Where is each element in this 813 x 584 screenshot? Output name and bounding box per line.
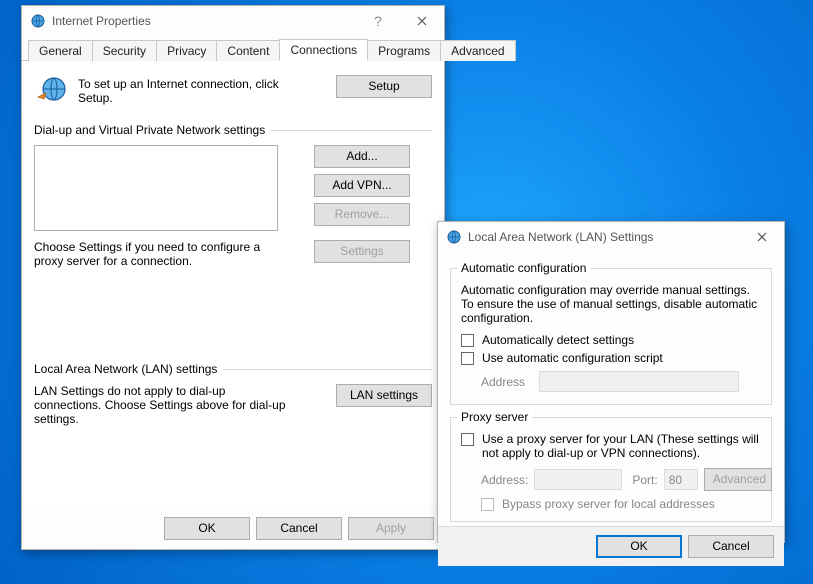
lan-settings-button[interactable]: LAN settings bbox=[336, 384, 432, 407]
titlebar[interactable]: Internet Properties ? bbox=[22, 6, 444, 36]
tabstrip: General Security Privacy Content Connect… bbox=[22, 38, 444, 61]
setup-text: To set up an Internet connection, click … bbox=[78, 75, 298, 105]
tab-content[interactable]: Content bbox=[216, 40, 280, 61]
titlebar[interactable]: Local Area Network (LAN) Settings bbox=[438, 222, 784, 252]
dialup-listbox[interactable] bbox=[34, 145, 278, 231]
dialup-legend: Dial-up and Virtual Private Network sett… bbox=[34, 123, 271, 137]
dialog-footer: OK Cancel bbox=[438, 526, 784, 566]
connections-panel: To set up an Internet connection, click … bbox=[22, 61, 444, 509]
choose-settings-text: Choose Settings if you need to configure… bbox=[34, 240, 278, 268]
dialog-footer: OK Cancel Apply bbox=[22, 509, 444, 548]
proxy-port-input[interactable] bbox=[664, 469, 698, 490]
tab-programs[interactable]: Programs bbox=[367, 40, 441, 61]
add-button[interactable]: Add... bbox=[314, 145, 410, 168]
tab-advanced[interactable]: Advanced bbox=[440, 40, 515, 61]
dialog-title: Internet Properties bbox=[52, 14, 151, 28]
auto-address-input[interactable] bbox=[539, 371, 739, 392]
add-vpn-button[interactable]: Add VPN... bbox=[314, 174, 410, 197]
lan-text: LAN Settings do not apply to dial-up con… bbox=[34, 384, 294, 426]
auto-script-label: Use automatic configuration script bbox=[482, 351, 663, 365]
tab-connections[interactable]: Connections bbox=[279, 39, 368, 61]
checkbox-icon bbox=[461, 352, 474, 365]
internet-options-icon bbox=[30, 13, 46, 29]
proxy-port-label: Port: bbox=[632, 473, 657, 487]
tab-security[interactable]: Security bbox=[92, 40, 157, 61]
proxy-use-label: Use a proxy server for your LAN (These s… bbox=[482, 432, 761, 460]
close-button[interactable] bbox=[740, 222, 784, 252]
globe-setup-icon bbox=[36, 75, 68, 107]
lan-settings-dialog: Local Area Network (LAN) Settings Automa… bbox=[437, 221, 785, 543]
checkbox-icon bbox=[461, 334, 474, 347]
dialup-settings-button[interactable]: Settings bbox=[314, 240, 410, 263]
proxy-advanced-button[interactable]: Advanced bbox=[704, 468, 772, 491]
internet-options-icon bbox=[446, 229, 462, 245]
auto-config-group: Automatic configuration Automatic config… bbox=[450, 268, 772, 405]
proxy-bypass-label: Bypass proxy server for local addresses bbox=[502, 497, 715, 511]
auto-config-desc: Automatic configuration may override man… bbox=[461, 283, 761, 325]
auto-detect-checkbox[interactable]: Automatically detect settings bbox=[461, 333, 761, 347]
lan-group: Local Area Network (LAN) settings LAN Se… bbox=[34, 362, 432, 454]
cancel-button[interactable]: Cancel bbox=[688, 535, 774, 558]
auto-address-label: Address bbox=[481, 375, 531, 389]
help-button[interactable]: ? bbox=[356, 6, 400, 36]
desktop: Internet Properties ? General Security P… bbox=[0, 0, 813, 584]
proxy-address-label: Address: bbox=[481, 473, 528, 487]
auto-detect-label: Automatically detect settings bbox=[482, 333, 634, 347]
proxy-bypass-checkbox[interactable]: Bypass proxy server for local addresses bbox=[481, 497, 761, 511]
proxy-group: Proxy server Use a proxy server for your… bbox=[450, 417, 772, 522]
proxy-legend: Proxy server bbox=[457, 410, 532, 424]
dialog-title: Local Area Network (LAN) Settings bbox=[468, 230, 653, 244]
setup-button[interactable]: Setup bbox=[336, 75, 432, 98]
remove-button[interactable]: Remove... bbox=[314, 203, 410, 226]
ok-button[interactable]: OK bbox=[164, 517, 250, 540]
ok-button[interactable]: OK bbox=[596, 535, 682, 558]
internet-properties-dialog: Internet Properties ? General Security P… bbox=[21, 5, 445, 550]
tab-general[interactable]: General bbox=[28, 40, 93, 61]
dialup-group: Dial-up and Virtual Private Network sett… bbox=[34, 123, 432, 348]
lan-legend: Local Area Network (LAN) settings bbox=[34, 362, 223, 376]
apply-button[interactable]: Apply bbox=[348, 517, 434, 540]
tab-privacy[interactable]: Privacy bbox=[156, 40, 217, 61]
auto-script-checkbox[interactable]: Use automatic configuration script bbox=[461, 351, 761, 365]
proxy-use-checkbox[interactable]: Use a proxy server for your LAN (These s… bbox=[461, 432, 761, 460]
checkbox-icon bbox=[481, 498, 494, 511]
auto-config-legend: Automatic configuration bbox=[457, 261, 590, 275]
close-button[interactable] bbox=[400, 6, 444, 36]
cancel-button[interactable]: Cancel bbox=[256, 517, 342, 540]
proxy-address-input[interactable] bbox=[534, 469, 622, 490]
checkbox-icon bbox=[461, 433, 474, 446]
